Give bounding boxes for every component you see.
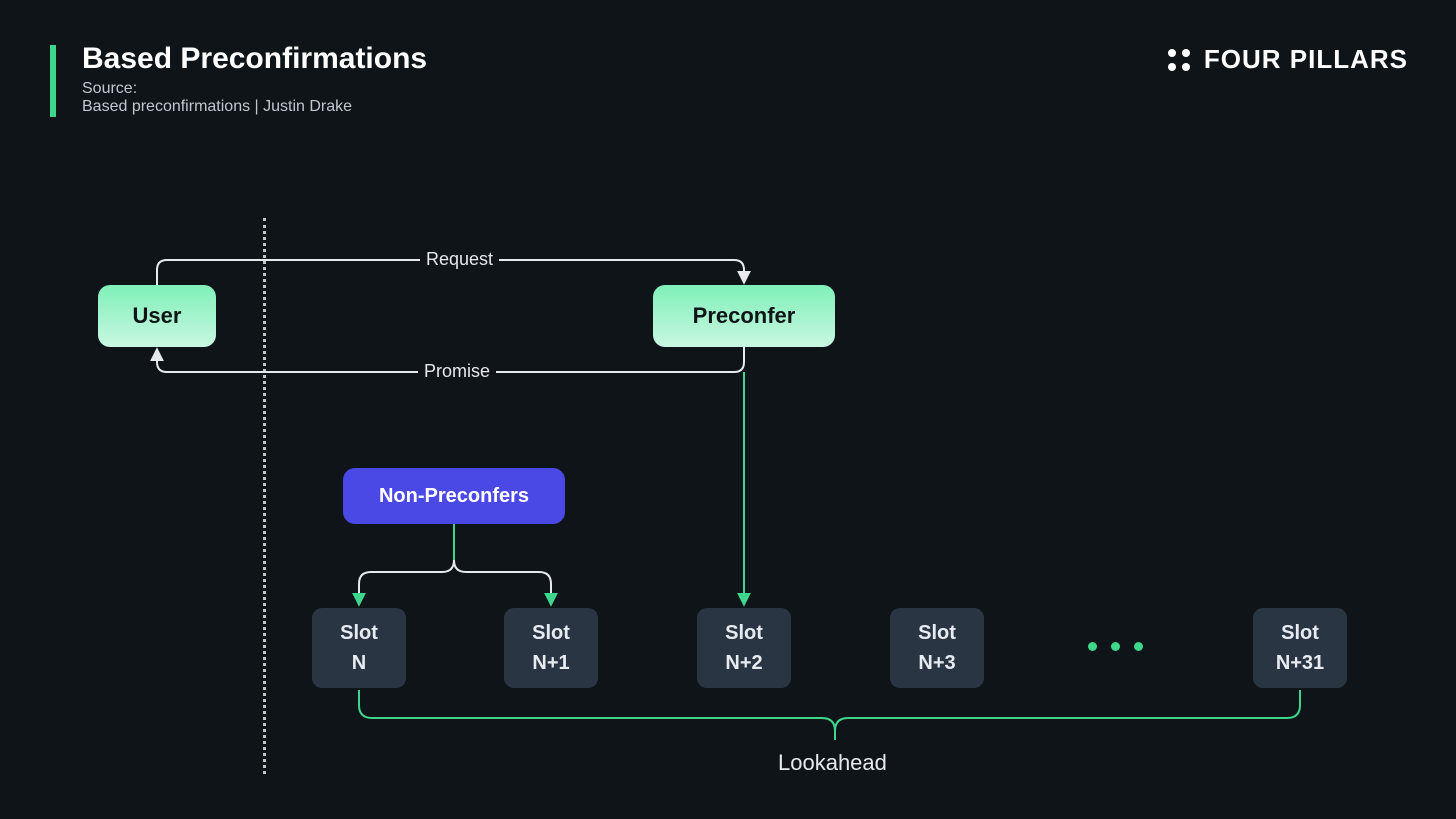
brand-text: FOUR PILLARS (1204, 44, 1408, 75)
edge-label-promise: Promise (418, 361, 496, 382)
vertical-divider (263, 218, 266, 774)
slot-n1: Slot N+1 (504, 608, 598, 688)
lookahead-label: Lookahead (778, 750, 887, 776)
slot-n2: Slot N+2 (697, 608, 791, 688)
slot-label: Slot (1281, 618, 1319, 648)
slot-label: Slot (918, 618, 956, 648)
page-title: Based Preconfirmations (82, 42, 427, 76)
ellipsis-icon (1088, 642, 1143, 651)
slot-index: N (352, 648, 366, 678)
slot-label: Slot (532, 618, 570, 648)
source-label: Source: (82, 80, 137, 98)
slot-index: N+2 (725, 648, 762, 678)
slot-label: Slot (725, 618, 763, 648)
slot-index: N+31 (1276, 648, 1324, 678)
accent-bar (50, 45, 56, 117)
slot-n31: Slot N+31 (1253, 608, 1347, 688)
node-user: User (98, 285, 216, 347)
node-preconfer: Preconfer (653, 285, 835, 347)
edge-label-request: Request (420, 249, 499, 270)
slot-n: Slot N (312, 608, 406, 688)
diagram-edges (0, 0, 1456, 819)
node-non-preconfers: Non-Preconfers (343, 468, 565, 524)
source-citation: Based preconfirmations | Justin Drake (82, 98, 352, 116)
slot-n3: Slot N+3 (890, 608, 984, 688)
slot-label: Slot (340, 618, 378, 648)
slot-index: N+1 (532, 648, 569, 678)
brand-logo: FOUR PILLARS (1168, 44, 1408, 75)
slot-index: N+3 (918, 648, 955, 678)
brand-dots-icon (1168, 49, 1190, 71)
